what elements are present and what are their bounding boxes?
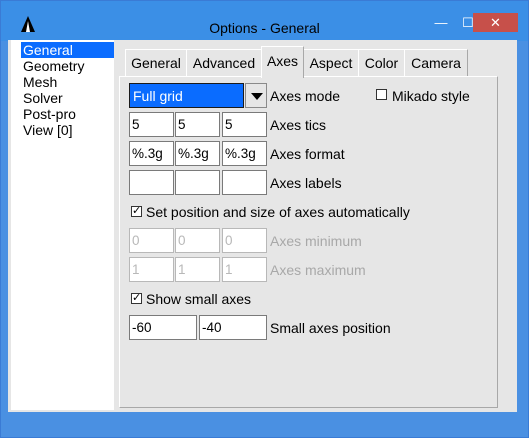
nav-item-mesh[interactable]: Mesh [11,74,114,90]
auto-axes-label: Set position and size of axes automatica… [146,204,410,220]
axes-mode-value[interactable]: Full grid [129,83,244,108]
axes-maximum-z-input[interactable]: 1 [222,257,267,282]
auto-axes-checkbox[interactable]: ✓ [131,206,142,217]
axes-tics-z-input[interactable]: 5 [222,112,267,137]
axes-maximum-x-input[interactable]: 1 [129,257,174,282]
category-list: General Geometry Mesh Solver Post-pro Vi… [11,40,114,410]
axes-maximum-y-input[interactable]: 1 [175,257,220,282]
small-axes-x-input[interactable]: -60 [129,315,197,340]
tab-camera[interactable]: Camera [404,49,468,76]
axes-tics-x-input[interactable]: 5 [129,112,174,137]
axes-format-z-input[interactable]: %.3g [222,141,267,166]
tab-advanced[interactable]: Advanced [186,49,262,76]
close-button[interactable]: ✕ [473,13,518,32]
tab-axes[interactable]: Axes [261,46,304,78]
axes-minimum-y-input[interactable]: 0 [175,228,220,253]
axes-format-y-input[interactable]: %.3g [175,141,220,166]
tab-general[interactable]: General [125,49,187,76]
axes-tics-y-input[interactable]: 5 [175,112,220,137]
axes-format-x-input[interactable]: %.3g [129,141,174,166]
show-small-axes-label: Show small axes [146,291,252,307]
title-bar[interactable]: Options - General — ☐ ✕ [1,1,528,41]
nav-item-post-pro[interactable]: Post-pro [11,106,114,122]
tab-aspect[interactable]: Aspect [303,49,359,76]
axes-tics-label: Axes tics [270,117,327,133]
nav-item-view[interactable]: View [0] [11,122,114,138]
axes-labels-x-input[interactable] [129,170,174,195]
axes-labels-label: Axes labels [270,175,342,191]
nav-item-general[interactable]: General [21,42,114,58]
show-small-axes-checkbox[interactable]: ✓ [131,293,142,304]
axes-labels-z-input[interactable] [222,170,267,195]
mikado-style-checkbox[interactable] [376,89,387,100]
tab-color[interactable]: Color [358,49,405,76]
axes-mode-select[interactable]: Full grid [129,83,267,108]
axes-minimum-x-input[interactable]: 0 [129,228,174,253]
axes-labels-y-input[interactable] [175,170,220,195]
axes-minimum-z-input[interactable]: 0 [222,228,267,253]
axes-maximum-label: Axes maximum [270,262,366,278]
small-axes-position-label: Small axes position [270,320,391,336]
nav-item-solver[interactable]: Solver [11,90,114,106]
nav-item-geometry[interactable]: Geometry [11,58,114,74]
mikado-style-label: Mikado style [392,88,470,104]
chevron-down-icon[interactable] [245,83,267,108]
axes-minimum-label: Axes minimum [270,233,362,249]
axes-mode-label: Axes mode [270,88,341,104]
minimize-button[interactable]: — [428,13,454,32]
axes-format-label: Axes format [270,146,345,162]
small-axes-y-input[interactable]: -40 [199,315,267,340]
